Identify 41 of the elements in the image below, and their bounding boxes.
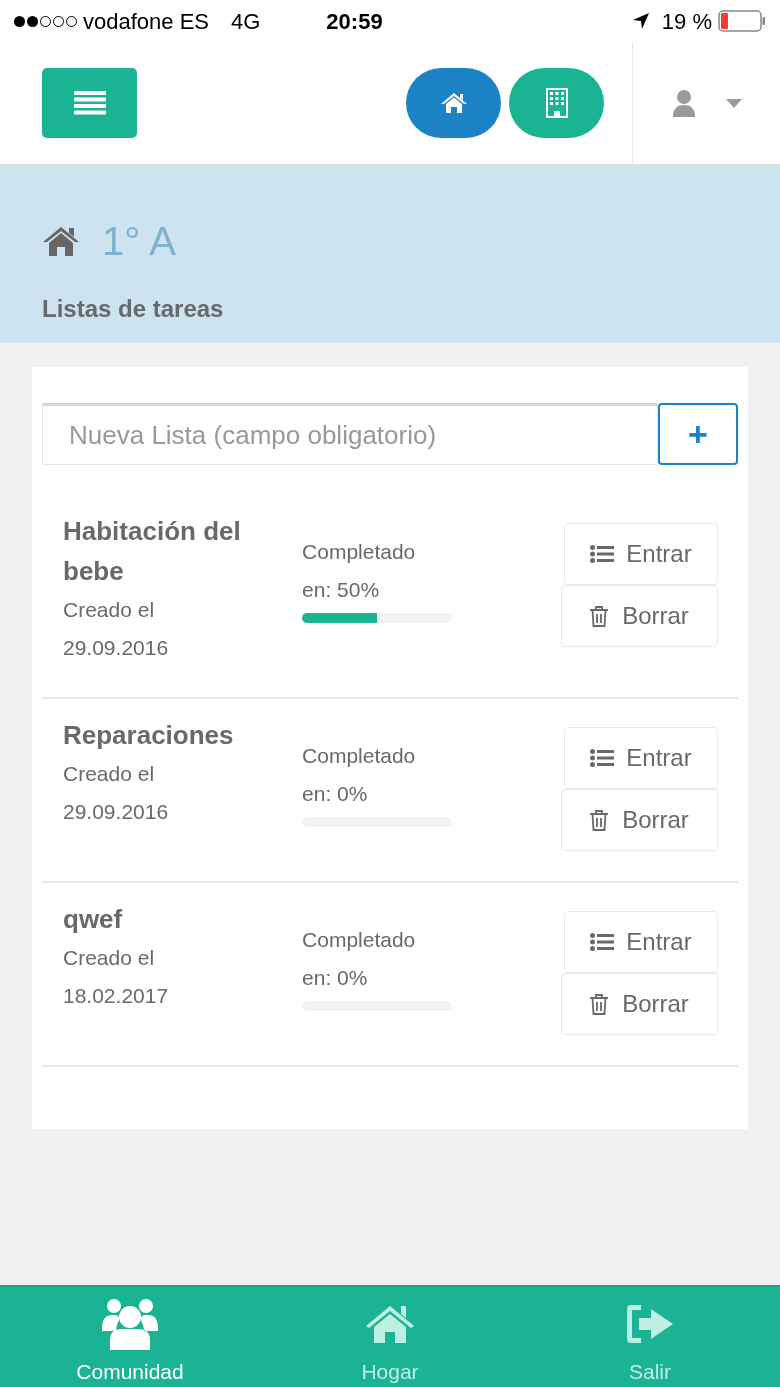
- progress-label: Completado en: 0%: [302, 743, 417, 807]
- building-icon: [545, 88, 568, 118]
- progress-label: Completado en: 0%: [302, 927, 417, 991]
- exit-icon: [627, 1305, 673, 1344]
- home-icon: [366, 1305, 414, 1344]
- trash-icon: [590, 809, 609, 831]
- battery-icon: [718, 10, 766, 32]
- trash-icon: [590, 605, 609, 627]
- list-name: qwef: [63, 903, 124, 936]
- caret-icon[interactable]: [725, 98, 742, 108]
- list-name: Habitación del bebe: [63, 515, 242, 588]
- network-type: 4G: [231, 7, 261, 36]
- battery-percent: 19 %: [661, 7, 712, 36]
- section-title: Listas de tareas: [42, 294, 225, 324]
- created-date: Creado el 29.09.2016: [63, 597, 170, 661]
- created-date: Creado el 29.09.2016: [63, 761, 170, 825]
- user-icon: [671, 89, 696, 117]
- menu-icon: [73, 91, 106, 115]
- carrier-name: vodafone ES: [83, 7, 209, 36]
- list-name: Reparaciones: [63, 719, 235, 752]
- menu-button[interactable]: [42, 68, 137, 138]
- home-icon: [440, 92, 467, 114]
- list-icon: [590, 933, 615, 951]
- created-date: Creado el 18.02.2017: [63, 945, 170, 1009]
- add-button[interactable]: +: [658, 403, 738, 465]
- list-icon: [590, 749, 615, 767]
- location-arrow-icon: [631, 12, 650, 30]
- list-icon: [590, 545, 615, 563]
- enter-button[interactable]: Entrar: [564, 523, 718, 585]
- delete-button[interactable]: Borrar: [561, 789, 718, 851]
- progress-label: Completado en: 50%: [302, 539, 417, 603]
- input-field[interactable]: Nueva Lista (campo obligatorio): [42, 403, 658, 465]
- delete-button[interactable]: Borrar: [561, 585, 718, 647]
- enter-button[interactable]: Entrar: [564, 727, 718, 789]
- page-title: 1° A: [102, 218, 176, 265]
- clock: 20:59: [326, 7, 383, 36]
- users-icon: [102, 1298, 158, 1351]
- trash-icon: [590, 993, 609, 1015]
- enter-button[interactable]: Entrar: [564, 911, 718, 973]
- home-icon: [42, 225, 80, 257]
- delete-button[interactable]: Borrar: [561, 973, 718, 1035]
